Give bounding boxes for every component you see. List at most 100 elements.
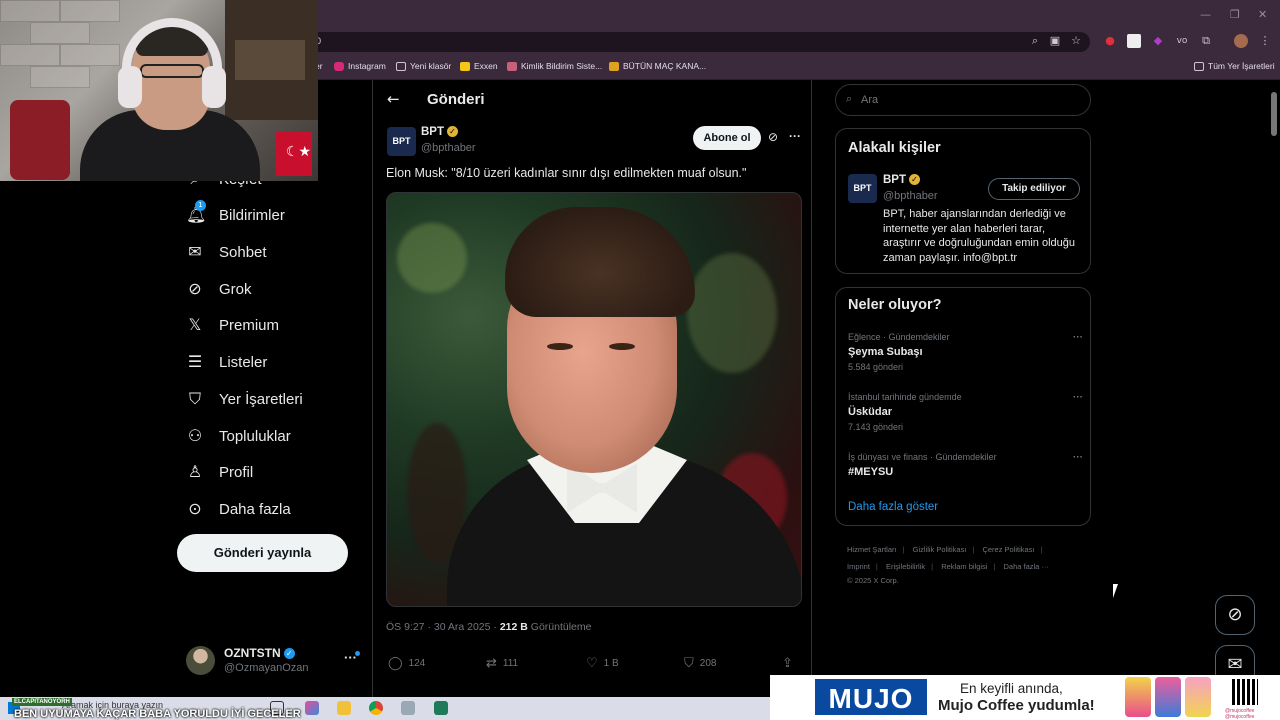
app-green-icon[interactable] (434, 701, 448, 715)
product-image (1185, 677, 1211, 717)
mouse-cursor (1113, 584, 1123, 598)
footer-link[interactable]: Imprint (847, 562, 870, 571)
bookmark-exxen[interactable]: Exxen (460, 61, 498, 71)
more-icon[interactable]: ··· (1073, 452, 1083, 463)
product-image (1155, 677, 1181, 717)
account-switcher[interactable]: OZNTSTN ✓ @OzmayanOzan ··· (186, 644, 366, 678)
chair (10, 100, 70, 180)
profile-avatar-icon[interactable] (1234, 34, 1248, 48)
more-circle-icon: ⊙ (188, 499, 202, 518)
repost-icon: ⇄ (486, 656, 497, 671)
footer-link[interactable]: Reklam bilgisi (941, 562, 987, 571)
extensions-icon[interactable]: ⧉ (1199, 34, 1213, 48)
folder-icon (396, 61, 406, 71)
trend-item[interactable]: İş dünyası ve finans · Gündemdekiler #ME… (848, 452, 1083, 478)
bookmark-kimlik[interactable]: Kimlik Bildirim Siste... (507, 61, 602, 71)
unread-dot (355, 651, 360, 656)
view-count: 212 B (499, 621, 528, 633)
ad-line-1: En keyifli anında, (960, 681, 1063, 696)
star-icon[interactable]: ☆ (1069, 34, 1083, 48)
person-hair (505, 207, 695, 317)
related-avatar[interactable]: BPT (848, 174, 877, 203)
footer-link[interactable]: Gizlilik Politikası (913, 545, 967, 554)
author-handle[interactable]: @bpthaber (421, 142, 476, 154)
mujo-logo: MUJO (815, 679, 927, 715)
extension-red-icon[interactable]: ● (1103, 34, 1117, 48)
repost-button[interactable]: ⇄ 111 (486, 656, 518, 671)
footer-links: Hizmet Şartları | Gizlilik Politikası | Çe… (847, 541, 1087, 587)
nav-item-communities[interactable]: ⚇ Topluluklar (186, 424, 291, 448)
more-icon[interactable]: ··· (789, 129, 801, 143)
nav-item-notifications[interactable]: 🔔︎ 1 Bildirimler (186, 200, 285, 227)
close-icon[interactable]: ✕ (1258, 8, 1267, 21)
like-button[interactable]: ♡ 1 B (586, 656, 619, 671)
pen-icon (507, 61, 517, 71)
search-placeholder: Ara (861, 94, 879, 106)
extension-purple-icon[interactable]: ◆ (1151, 34, 1165, 48)
all-bookmarks[interactable]: Tüm Yer İşaretleri (1194, 61, 1275, 71)
webcam-overlay: ☾★ (0, 0, 318, 181)
share-button[interactable]: ⇪ (782, 656, 799, 671)
nav-item-lists[interactable]: ☰ Listeler (186, 350, 268, 374)
bookmark-button[interactable]: ⛉ 208 (684, 656, 716, 671)
instagram-icon (334, 61, 344, 71)
bookmark-instagram[interactable]: Instagram (334, 61, 386, 71)
account-name: OZNTSTN ✓ (224, 646, 295, 660)
copilot-icon[interactable] (305, 701, 319, 715)
post-image[interactable] (386, 192, 802, 607)
footer-link[interactable]: Çerez Politikası (982, 545, 1034, 554)
extension-vo-icon[interactable]: vo (1175, 34, 1189, 48)
restore-icon[interactable]: ❐ (1230, 8, 1240, 21)
minimize-icon[interactable]: — (1200, 8, 1211, 21)
heart-icon: ♡ (586, 656, 598, 671)
scrollbar[interactable] (1271, 92, 1277, 136)
author-name[interactable]: BPT ✓ (421, 126, 458, 138)
related-people-card: Alakalı kişiler BPT BPT ✓ @bpthaber Takip… (835, 128, 1091, 274)
post-text: Elon Musk: "8/10 üzeri kadınlar sınır dı… (386, 166, 747, 180)
post-button[interactable]: Gönderi yayınla (177, 534, 348, 572)
nav-item-bookmarks[interactable]: ⛉ Yer İşaretleri (186, 387, 303, 411)
grok-icon[interactable]: ⊘ (768, 130, 778, 144)
bookmark-mac[interactable]: BÜTÜN MAÇ KANA... (609, 61, 706, 71)
stream-ticker: BEN UYUMAYA KAÇAR BABA YORULDU İYİ GECEL… (14, 708, 301, 720)
page-title: Gönderi (427, 91, 485, 108)
zoom-icon[interactable]: ⌕ (1028, 34, 1042, 48)
related-handle[interactable]: @bpthaber (883, 190, 938, 202)
channel-label: ELCAPITANOYORH (12, 698, 72, 706)
more-icon[interactable]: ··· (1073, 392, 1083, 403)
nav-item-grok[interactable]: ⊘ Grok (186, 277, 251, 301)
back-arrow-icon[interactable]: ← (387, 90, 400, 108)
post-actions: ◯ 124 ⇄ 111 ♡ 1 B ⛉ 208 ⇪ (386, 656, 806, 676)
file-explorer-icon[interactable] (337, 701, 351, 715)
trend-item[interactable]: İstanbul tarihinde gündemde Üsküdar 7.14… (848, 392, 1083, 432)
nav-item-profile[interactable]: ♙ Profil (186, 460, 253, 484)
extension-white-icon[interactable] (1127, 34, 1141, 48)
nav-item-more[interactable]: ⊙ Daha fazla (186, 497, 290, 521)
turkish-flag: ☾★ (276, 132, 312, 176)
show-more-link[interactable]: Daha fazla göster (848, 501, 938, 513)
following-button[interactable]: Takip ediliyor (988, 178, 1080, 200)
nav-item-premium[interactable]: 𝕏 Premium (186, 313, 279, 337)
person-icon: ♙ (187, 462, 203, 481)
nav-item-messages[interactable]: ✉ Sohbet (186, 240, 266, 264)
footer-link[interactable]: Hizmet Şartları (847, 545, 897, 554)
chrome-icon[interactable] (369, 701, 383, 715)
subscribe-button[interactable]: Abone ol (693, 126, 761, 150)
related-name[interactable]: BPT ✓ (883, 174, 920, 186)
bookmark-folder[interactable]: Yeni klasör (396, 61, 451, 71)
cast-icon[interactable]: ▣ (1048, 34, 1062, 48)
search-input[interactable]: ⌕ Ara (835, 84, 1091, 116)
footer-link[interactable]: Erişilebilirlik (886, 562, 925, 571)
reply-button[interactable]: ◯ 124 (388, 656, 425, 671)
menu-kebab-icon[interactable]: ⋮ (1258, 34, 1272, 48)
trend-item[interactable]: Eğlence · Gündemdekiler Şeyma Subaşı 5.5… (848, 332, 1083, 372)
verified-icon: ✓ (283, 648, 295, 660)
author-avatar[interactable]: BPT (387, 127, 416, 156)
grok-fab[interactable]: ⊘ (1215, 595, 1255, 635)
more-icon[interactable]: ··· (1073, 332, 1083, 343)
app-icon[interactable] (401, 701, 415, 715)
url-bar[interactable]: 0 (300, 32, 1090, 52)
footer-link[interactable]: Daha fazla ··· (1004, 562, 1049, 571)
x-logo-icon: 𝕏 (188, 315, 202, 334)
post-meta: ÖS 9:27 · 30 Ara 2025 · 212 B Görüntülem… (386, 621, 592, 633)
